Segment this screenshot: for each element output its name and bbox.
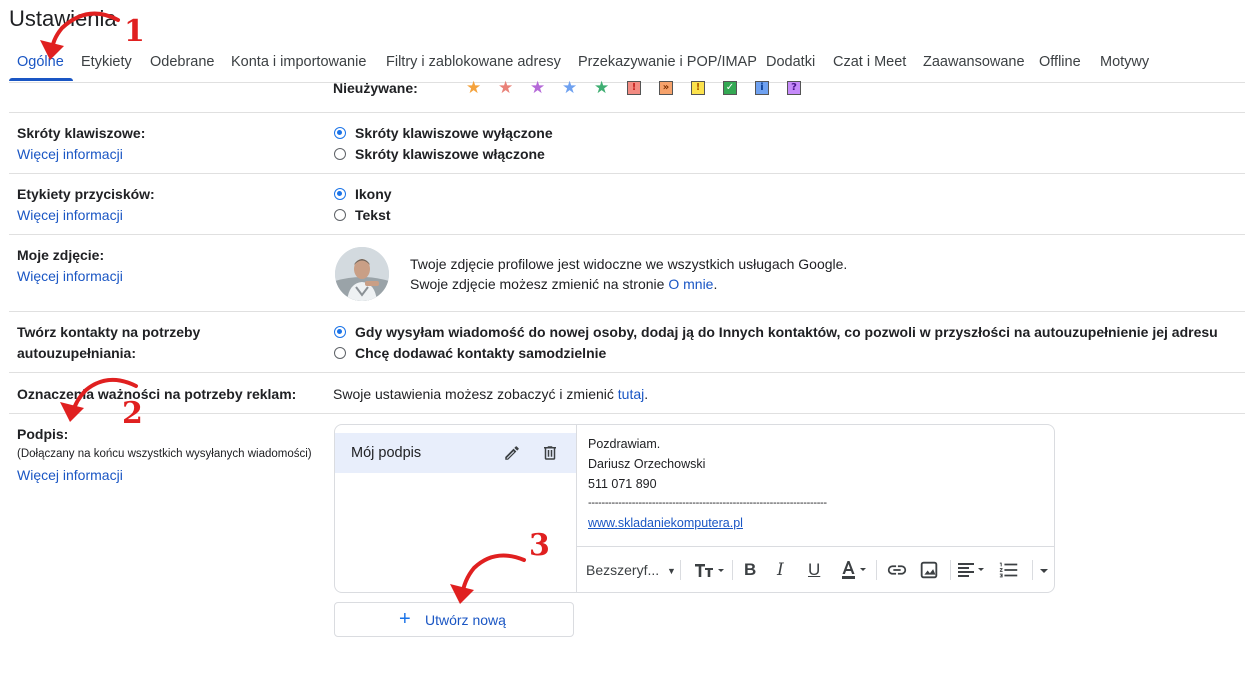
annotation-arrowhead-2 (60, 402, 84, 422)
annotation-arrowhead-3 (450, 584, 474, 604)
annotation-arrows (40, 11, 526, 604)
annotation-number-3: 3 (529, 528, 550, 563)
annotation-arrowhead-1 (40, 40, 64, 60)
annotation-number-1: 1 (124, 14, 145, 49)
annotation-number-2: 2 (122, 396, 143, 431)
